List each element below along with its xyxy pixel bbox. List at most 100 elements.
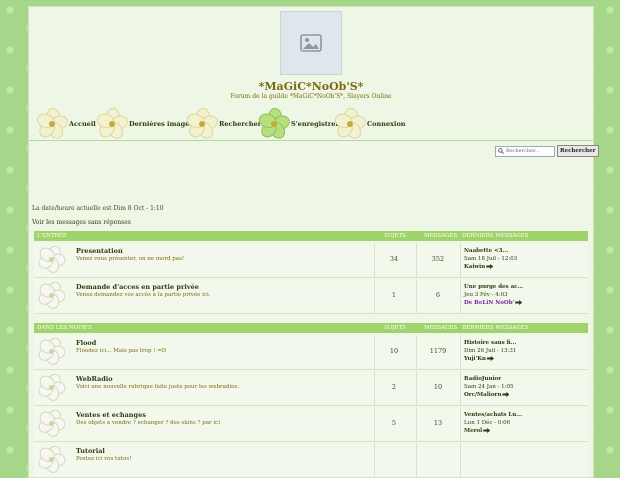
flower-center bbox=[49, 349, 54, 354]
unanswered-posts-link[interactable]: Voir les messages sans réponses bbox=[32, 219, 131, 226]
search-placeholder: Rechercher... bbox=[506, 148, 540, 154]
forum-message-count: 13 bbox=[433, 419, 443, 427]
forum-last-post: Naabette <3... Sam 18 Juil - 12:03 Kaiwi… bbox=[464, 247, 517, 271]
go-to-post-icon[interactable] bbox=[502, 392, 510, 397]
forum-title[interactable]: Flood bbox=[76, 339, 96, 347]
forum-last-post: RadioJunior Sam 24 Jan - 1:05 Orc/Malior… bbox=[464, 375, 514, 399]
forum-title[interactable]: Demande d'acces en partie privée bbox=[76, 283, 199, 291]
forum-title[interactable]: Tutorial bbox=[76, 447, 105, 455]
flower-center bbox=[49, 293, 54, 298]
forum-message-count: 352 bbox=[431, 255, 445, 263]
flower-center bbox=[199, 121, 205, 127]
category-header: L'ENTRÉE SUJETS MESSAGES DERNIERS MESSAG… bbox=[34, 231, 588, 241]
forum-description: Des objets a vendre ? echanger ? des ski… bbox=[76, 420, 220, 426]
column-divider bbox=[460, 335, 461, 369]
forum-row: Tutorial Postez ici vos tutos! bbox=[34, 443, 588, 478]
nav-latest-images-label[interactable]: Dernières images bbox=[129, 120, 193, 128]
search-input[interactable]: Rechercher... bbox=[495, 145, 555, 157]
last-post-author[interactable]: Orc/Maliorn bbox=[464, 392, 501, 398]
image-placeholder-icon bbox=[300, 34, 322, 52]
search-form: Rechercher... Rechercher bbox=[495, 145, 599, 157]
go-to-post-icon[interactable] bbox=[515, 300, 523, 305]
last-post-author[interactable]: De BeLiN NoOb' bbox=[464, 300, 514, 306]
flower-icon bbox=[332, 107, 368, 142]
column-last-posts: DERNIERS MESSAGES bbox=[462, 325, 529, 331]
last-post-date: Dim 26 Juil - 13:31 bbox=[464, 348, 517, 354]
nav-home-label[interactable]: Accueil bbox=[69, 120, 96, 128]
flower-icon bbox=[184, 107, 220, 142]
flower-center bbox=[49, 421, 54, 426]
last-post-date: Lun 1 Déc - 0:06 bbox=[464, 420, 511, 426]
flower-center bbox=[347, 121, 353, 127]
column-divider bbox=[460, 443, 461, 477]
main-navigation: Accueil Dernières images Rechercher S'en… bbox=[29, 107, 593, 142]
nav-register-label[interactable]: S'enregistrer bbox=[291, 120, 339, 128]
nav-register[interactable]: S'enregistrer bbox=[256, 107, 339, 142]
nav-search[interactable]: Rechercher bbox=[184, 107, 261, 142]
forum-description: Floodez ici... Mais pas trop ! =D bbox=[76, 348, 167, 354]
column-divider bbox=[416, 335, 417, 369]
category-title[interactable]: L'ENTRÉE bbox=[37, 233, 67, 239]
forum-message-count: 6 bbox=[435, 291, 441, 299]
forum-flower-icon bbox=[35, 279, 68, 311]
forum-description: Voici une nouvelle rubrique faite juste … bbox=[76, 384, 240, 390]
nav-login[interactable]: Connexion bbox=[332, 107, 406, 142]
last-post-title[interactable]: Ventes/achats Lu... bbox=[464, 411, 522, 419]
forum-message-count: 1179 bbox=[429, 347, 447, 355]
forum-topic-count: 2 bbox=[391, 383, 397, 391]
column-messages: MESSAGES bbox=[424, 233, 458, 239]
forum-topic-count: 1 bbox=[391, 291, 397, 299]
flower-center bbox=[49, 257, 54, 262]
last-post-author[interactable]: Yuji'Kn bbox=[464, 356, 486, 362]
flower-icon bbox=[94, 107, 130, 142]
go-to-post-icon[interactable] bbox=[487, 356, 494, 361]
site-title[interactable]: *MaGiC*NoOb'S* bbox=[29, 80, 593, 93]
forum-row: Flood Floodez ici... Mais pas trop ! =D … bbox=[34, 335, 588, 370]
last-post-date: Sam 18 Juil - 12:03 bbox=[464, 256, 518, 262]
column-divider bbox=[460, 371, 461, 405]
forum-description: Venez vous présenter, on ne mord pas! bbox=[76, 256, 185, 262]
nav-latest-images[interactable]: Dernières images bbox=[94, 107, 193, 142]
forum-topic-count: 10 bbox=[389, 347, 399, 355]
go-to-post-icon[interactable] bbox=[486, 264, 494, 269]
flower-center bbox=[109, 121, 115, 127]
forum-flower-icon bbox=[35, 335, 68, 367]
forum-description: Venez demandez vos accès à la partie pri… bbox=[76, 292, 211, 298]
go-to-post-icon[interactable] bbox=[483, 428, 491, 433]
forum-description: Postez ici vos tutos! bbox=[76, 456, 132, 462]
last-post-title[interactable]: Histoire sans fi... bbox=[464, 339, 516, 347]
last-post-title[interactable]: RadioJunior bbox=[464, 375, 514, 383]
page-container: *MaGiC*NoOb'S* Forum de la guilde *MaGiC… bbox=[28, 6, 599, 478]
last-post-date: Jeu 3 Fév - 4:03 bbox=[464, 292, 508, 298]
forum-flower-icon bbox=[35, 443, 68, 475]
forum-message-count: 10 bbox=[433, 383, 443, 391]
nav-search-label[interactable]: Rechercher bbox=[219, 120, 261, 128]
forum-topic-count: 34 bbox=[389, 255, 399, 263]
forum-title[interactable]: Presentation bbox=[76, 247, 123, 255]
forum-flower-icon bbox=[35, 407, 68, 439]
site-description: Forum de la guilde *MaGiC*NoOb'S*, Slaye… bbox=[230, 93, 392, 100]
forum-topic-count: 5 bbox=[391, 419, 397, 427]
flower-center bbox=[271, 121, 277, 127]
column-divider bbox=[416, 407, 417, 441]
forum-row: Demande d'acces en partie privée Venez d… bbox=[34, 279, 588, 314]
search-button[interactable]: Rechercher bbox=[557, 145, 599, 157]
forum-title[interactable]: Ventes et echanges bbox=[76, 411, 146, 419]
flower-center bbox=[49, 385, 54, 390]
current-datetime: La date/heure actuelle est Dim 8 Oct - 1… bbox=[32, 205, 164, 212]
forum-row: WebRadio Voici une nouvelle rubrique fai… bbox=[34, 371, 588, 406]
forum-title[interactable]: WebRadio bbox=[76, 375, 113, 383]
last-post-author[interactable]: Merol bbox=[464, 428, 482, 434]
forum-row: Presentation Venez vous présenter, on ne… bbox=[34, 243, 588, 278]
last-post-author[interactable]: Kaiwin bbox=[464, 264, 485, 270]
last-post-title[interactable]: Une purge des ac... bbox=[464, 283, 523, 291]
category-title[interactable]: DANS LES NOOB'S bbox=[37, 325, 92, 331]
nav-home[interactable]: Accueil bbox=[34, 107, 96, 142]
nav-login-label[interactable]: Connexion bbox=[367, 120, 406, 128]
forum-flower-icon bbox=[35, 371, 68, 403]
column-last-posts: DERNIERS MESSAGES bbox=[462, 233, 529, 239]
flower-icon bbox=[256, 107, 292, 142]
column-divider bbox=[460, 407, 461, 441]
column-topics: SUJETS bbox=[384, 325, 406, 331]
last-post-title[interactable]: Naabette <3... bbox=[464, 247, 517, 255]
